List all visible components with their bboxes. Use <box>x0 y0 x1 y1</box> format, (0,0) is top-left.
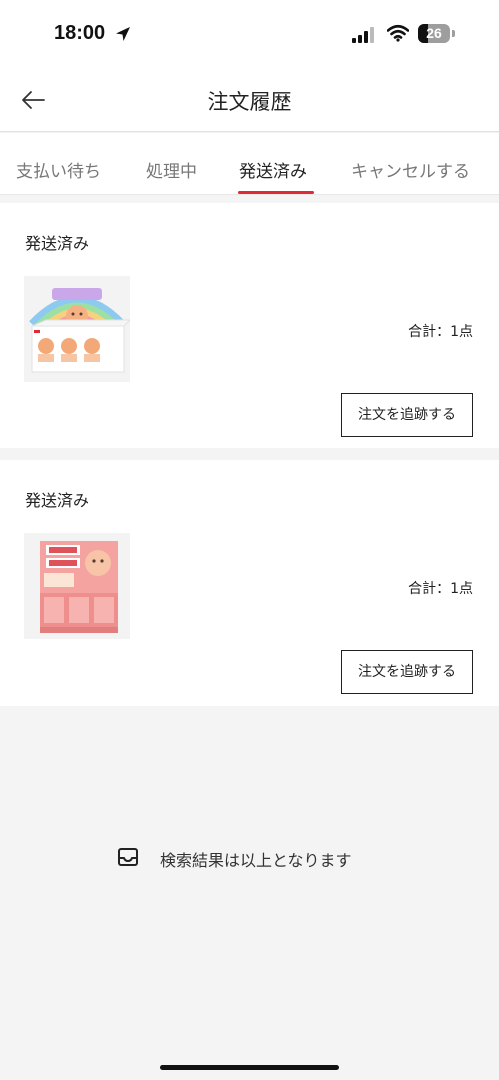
product-thumbnail[interactable] <box>24 276 130 382</box>
battery-icon: 26 <box>418 24 450 43</box>
product-thumbnail[interactable] <box>24 533 130 639</box>
end-of-results: 検索結果は以上となります <box>0 846 499 870</box>
order-status: 発送済み <box>25 491 90 510</box>
order-item-count: 合計：1点 <box>408 581 473 597</box>
nagi-pupu-box-icon <box>24 533 130 639</box>
track-order-button[interactable]: 注文を追跡する <box>341 393 473 437</box>
order-item-count: 合計：1点 <box>408 324 473 340</box>
location-arrow-icon <box>116 27 130 41</box>
order-card[interactable]: 発送済み 合計：1点 注文を追跡する <box>0 460 499 706</box>
cellular-signal-icon <box>352 27 374 43</box>
rainbow-figure-box-icon <box>24 276 130 382</box>
battery-percent: 26 <box>426 25 442 41</box>
order-status: 発送済み <box>25 234 90 253</box>
wifi-icon <box>387 24 409 42</box>
page-title: 注文履歴 <box>207 90 292 114</box>
battery-cap <box>452 30 455 37</box>
order-status-tabs: 支払い待ち 処理中 発送済み キャンセルする <box>0 133 499 195</box>
tab-processing[interactable]: 処理中 <box>146 157 197 182</box>
nav-header: 注文履歴 <box>0 68 499 132</box>
end-of-results-text: 検索結果は以上となります <box>160 851 352 870</box>
inbox-tray-icon <box>118 848 138 866</box>
track-order-button[interactable]: 注文を追跡する <box>341 650 473 694</box>
order-card[interactable]: 発送済み 合計：1点 注文を追跡する <box>0 203 499 448</box>
tab-cancelled[interactable]: キャンセルする <box>351 157 470 182</box>
tab-shipped[interactable]: 発送済み <box>239 157 307 182</box>
status-time: 18:00 <box>54 22 106 44</box>
tab-awaiting-payment[interactable]: 支払い待ち <box>16 157 101 182</box>
active-tab-indicator <box>238 191 314 194</box>
home-indicator[interactable] <box>160 1065 339 1070</box>
status-bar: 18:00 26 <box>0 0 499 68</box>
